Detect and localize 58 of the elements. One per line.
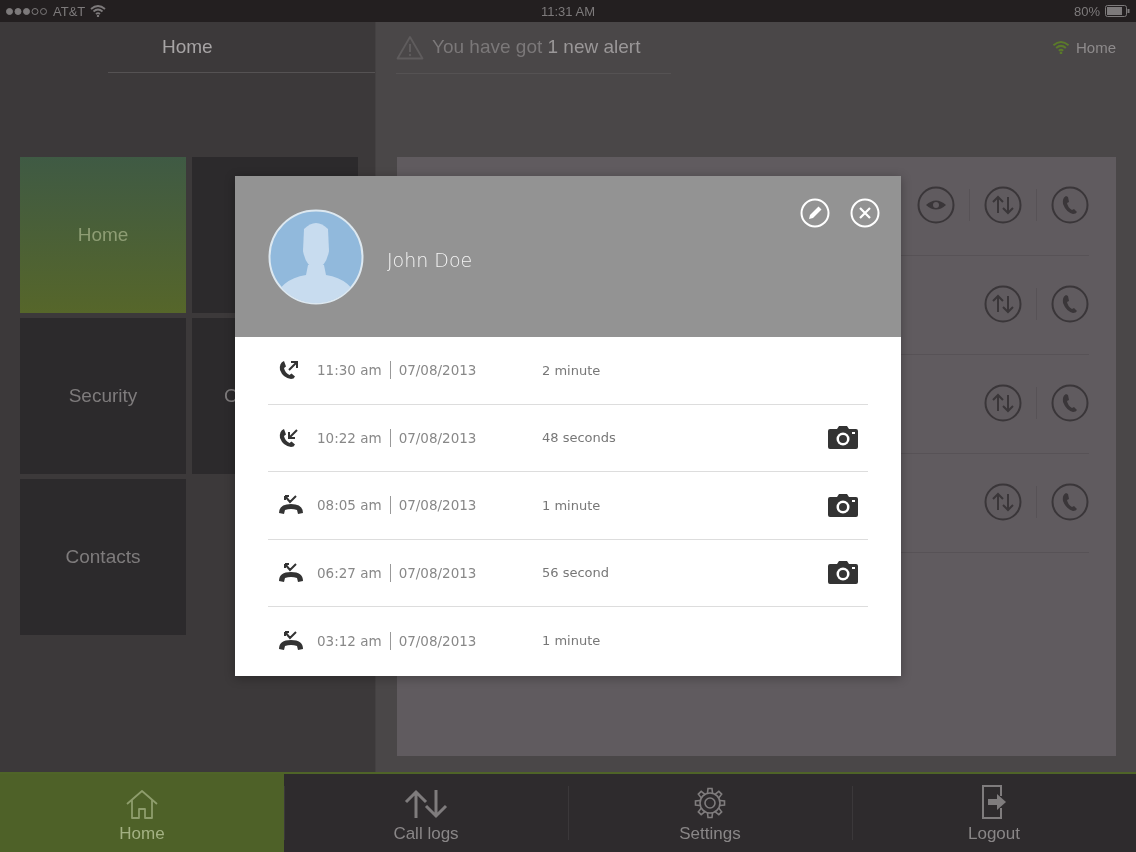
call-date: 07/08/2013 bbox=[398, 632, 477, 649]
menu-tile[interactable]: Contacts bbox=[20, 479, 186, 635]
call-date: 07/08/2013 bbox=[398, 564, 477, 581]
tab[interactable]: Call logs bbox=[284, 774, 568, 852]
network-name: Home bbox=[1076, 39, 1116, 56]
battery-percentage: 80% bbox=[1073, 3, 1100, 19]
call-duration: 56 second bbox=[542, 565, 611, 581]
tab[interactable]: Logout bbox=[852, 774, 1136, 852]
tab[interactable]: Home bbox=[0, 774, 284, 852]
eye-icon[interactable] bbox=[917, 186, 955, 224]
transfer-icon[interactable] bbox=[984, 285, 1022, 323]
phone-icon[interactable] bbox=[1051, 483, 1089, 521]
menu-tile[interactable]: Home bbox=[20, 157, 186, 313]
outgoing-call-icon bbox=[278, 359, 300, 382]
call-log-row[interactable]: 10:22 am 07/08/2013 48 seconds bbox=[268, 404, 868, 472]
wifi-icon bbox=[90, 5, 107, 17]
call-log-row[interactable]: 06:27 am 07/08/2013 56 second bbox=[268, 539, 868, 607]
menu-tile[interactable]: Security bbox=[20, 318, 186, 474]
call-time: 03:12 am bbox=[317, 632, 382, 649]
phone-icon[interactable] bbox=[1051, 384, 1089, 422]
incoming-call-icon bbox=[278, 426, 300, 449]
tab[interactable]: Settings bbox=[568, 774, 852, 852]
call-duration: 1 minute bbox=[542, 633, 602, 649]
call-time: 06:27 am bbox=[317, 564, 382, 581]
clock-time: 11:31 AM bbox=[541, 3, 595, 19]
camera-icon[interactable] bbox=[828, 493, 858, 517]
contact-name: John Doe bbox=[387, 248, 473, 271]
call-date: 07/08/2013 bbox=[398, 429, 477, 446]
missed-call-icon bbox=[278, 494, 304, 517]
transfer-icon[interactable] bbox=[984, 186, 1022, 224]
battery-icon bbox=[1105, 5, 1130, 17]
settings-icon bbox=[693, 786, 727, 820]
transfer-icon[interactable] bbox=[984, 384, 1022, 422]
camera-icon[interactable] bbox=[828, 426, 858, 450]
close-icon[interactable] bbox=[850, 198, 880, 228]
call-duration: 1 minute bbox=[542, 497, 602, 513]
page-title: Home bbox=[162, 36, 213, 58]
call-log-row[interactable]: 03:12 am 07/08/2013 1 minute bbox=[268, 607, 868, 675]
call-duration: 48 seconds bbox=[542, 430, 617, 446]
camera-icon[interactable] bbox=[828, 561, 858, 585]
call-log-row[interactable]: 11:30 am 07/08/2013 2 minute bbox=[268, 337, 868, 405]
call-time: 10:22 am bbox=[317, 429, 382, 446]
wifi-icon bbox=[1052, 41, 1070, 54]
call-date: 07/08/2013 bbox=[398, 362, 477, 379]
pencil-icon[interactable] bbox=[800, 198, 830, 228]
call-time: 11:30 am bbox=[317, 362, 382, 379]
call-time: 08:05 am bbox=[317, 497, 382, 514]
call-duration: 2 minute bbox=[542, 362, 602, 378]
transfer-icon[interactable] bbox=[984, 483, 1022, 521]
missed-call-icon bbox=[278, 629, 304, 652]
phone-icon[interactable] bbox=[1051, 186, 1089, 224]
missed-call-icon bbox=[278, 561, 304, 584]
up-down-arrows-icon bbox=[403, 788, 449, 820]
phone-icon[interactable] bbox=[1051, 285, 1089, 323]
carrier-name: AT&T bbox=[53, 3, 86, 19]
call-date: 07/08/2013 bbox=[398, 497, 477, 514]
signal-icon bbox=[6, 7, 48, 15]
call-log-row[interactable]: 08:05 am 07/08/2013 1 minute bbox=[268, 472, 868, 540]
